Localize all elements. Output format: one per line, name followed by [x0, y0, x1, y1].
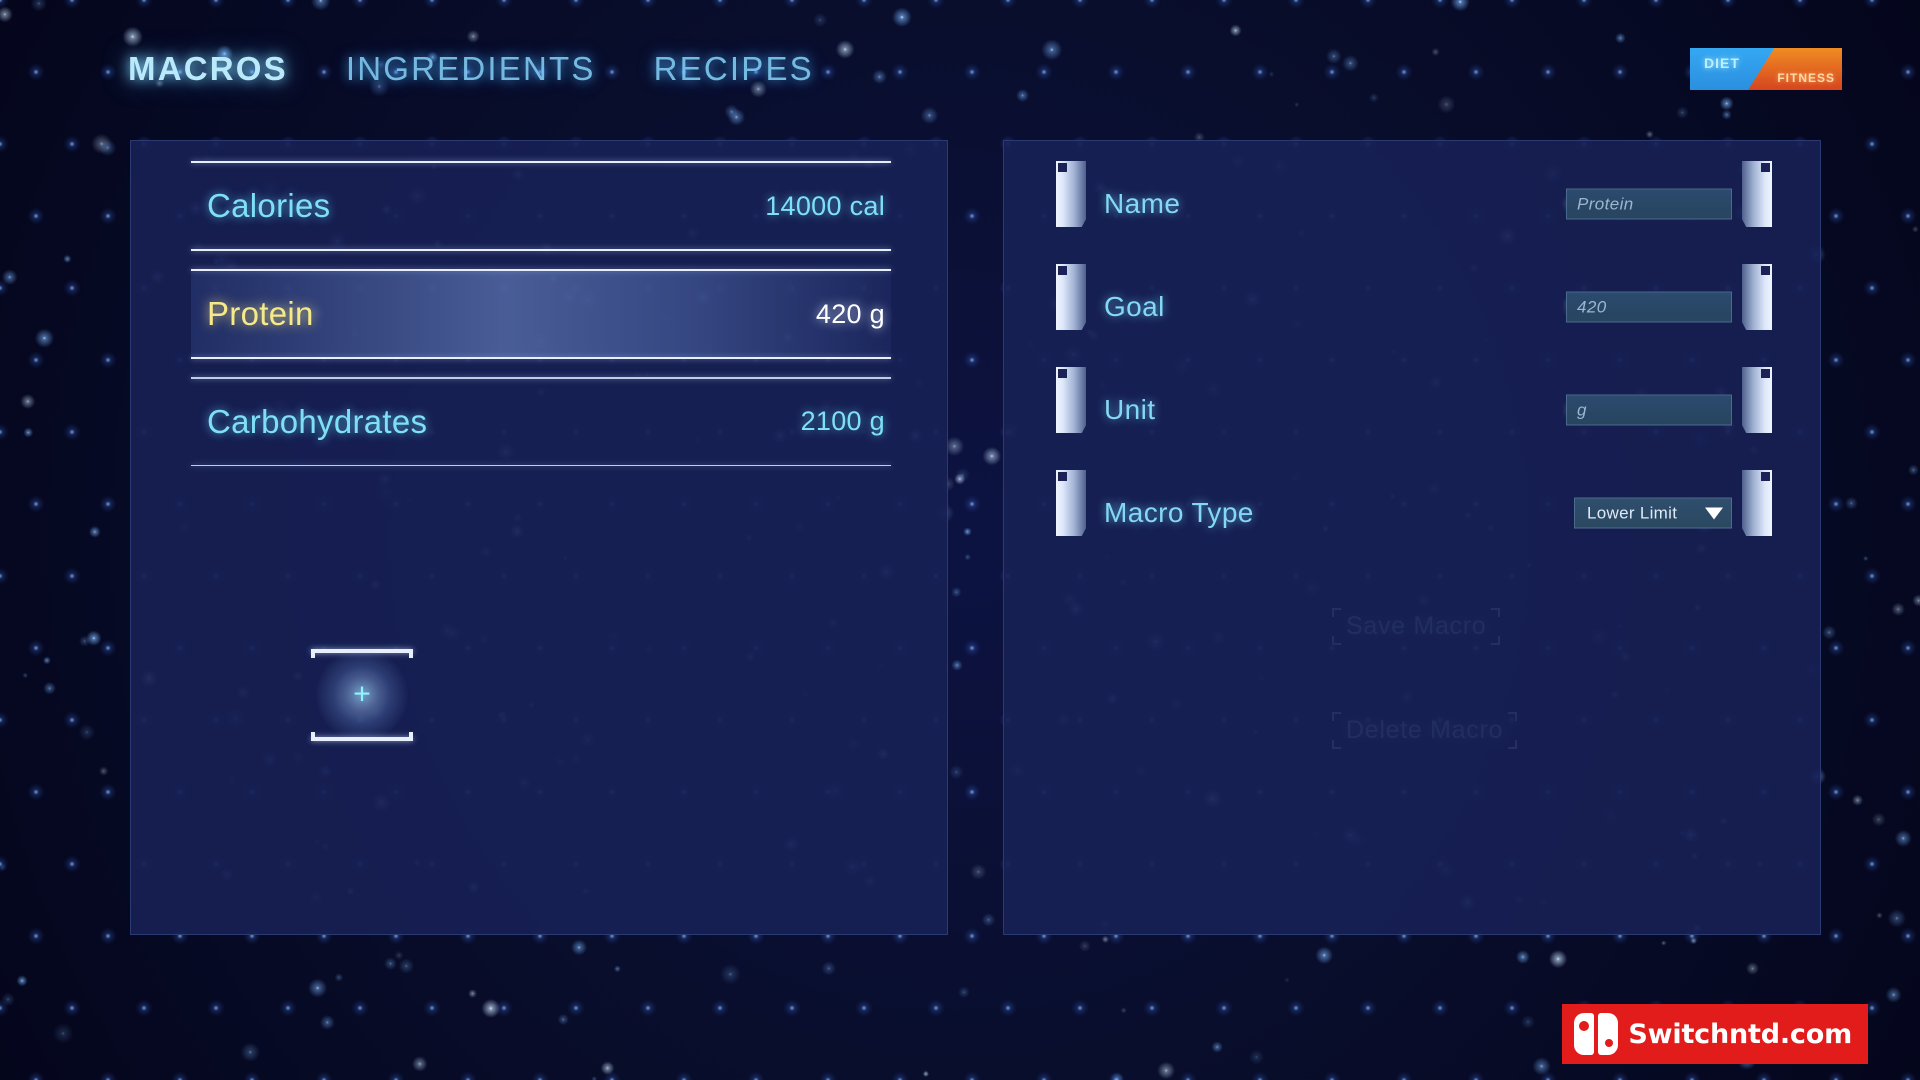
tab-macros[interactable]: MACROS — [128, 52, 288, 85]
plus-icon: + — [353, 677, 371, 711]
macro-list-panel: Calories 14000 cal Protein 420 g Carbohy… — [130, 140, 948, 935]
macro-value: 420 g — [815, 298, 885, 329]
macro-editor-form: Name Protein Goal 420 Unit g Macro Type … — [1056, 161, 1772, 573]
site-watermark: Switchntd.com — [1562, 1004, 1868, 1064]
name-input-value: Protein — [1577, 194, 1634, 213]
app-logo: DIET FITNESS — [1690, 48, 1842, 90]
field-label-macro-type: Macro Type — [1104, 497, 1254, 528]
bracket-bottom — [311, 732, 413, 741]
unit-input-value: g — [1577, 400, 1587, 419]
bracket-right-icon — [1742, 264, 1772, 330]
goal-input[interactable]: 420 — [1566, 291, 1732, 323]
macro-editor-panel: Name Protein Goal 420 Unit g Macro Type … — [1003, 140, 1821, 935]
macro-type-value: Lower Limit — [1587, 503, 1678, 522]
switch-logo-icon — [1574, 1013, 1619, 1055]
form-row-name: Name Protein — [1056, 161, 1772, 247]
macro-row-calories[interactable]: Calories 14000 cal — [191, 163, 891, 249]
add-macro-button[interactable]: + — [311, 649, 413, 741]
bracket-right-icon — [1742, 367, 1772, 433]
tab-recipes[interactable]: RECIPES — [654, 52, 814, 85]
goal-input-value: 420 — [1577, 297, 1607, 316]
watermark-text: Switchntd.com — [1628, 1018, 1852, 1050]
main-tab-bar: MACROS INGREDIENTS RECIPES — [128, 52, 814, 85]
name-input[interactable]: Protein — [1566, 188, 1732, 220]
unit-input[interactable]: g — [1566, 394, 1732, 426]
macro-name: Calories — [207, 187, 331, 224]
macro-name: Carbohydrates — [207, 402, 428, 440]
logo-fitness-label: FITNESS — [1777, 71, 1835, 85]
macro-type-select[interactable]: Lower Limit — [1574, 497, 1732, 529]
macro-name: Protein — [207, 295, 314, 332]
bracket-left-icon — [1056, 264, 1086, 330]
macro-row-carbohydrates[interactable]: Carbohydrates 2100 g — [191, 379, 891, 465]
macro-value: 14000 cal — [765, 190, 885, 221]
bracket-right-icon — [1742, 470, 1772, 536]
macro-value: 2100 g — [800, 406, 885, 436]
logo-diet-label: DIET — [1704, 55, 1740, 71]
form-row-unit: Unit g — [1056, 367, 1772, 453]
form-row-goal: Goal 420 — [1056, 264, 1772, 350]
field-label-name: Name — [1104, 188, 1181, 219]
chevron-down-icon — [1705, 507, 1723, 519]
bracket-left-icon — [1056, 161, 1086, 227]
divider — [191, 464, 891, 466]
tab-ingredients[interactable]: INGREDIENTS — [346, 52, 596, 85]
field-label-unit: Unit — [1104, 394, 1156, 425]
field-label-goal: Goal — [1104, 291, 1165, 322]
macro-list: Calories 14000 cal Protein 420 g Carbohy… — [191, 161, 891, 466]
bracket-left-icon — [1056, 367, 1086, 433]
bracket-right-icon — [1742, 161, 1772, 227]
macro-row-protein[interactable]: Protein 420 g — [191, 271, 891, 357]
form-row-macro-type: Macro Type Lower Limit — [1056, 470, 1772, 556]
bracket-left-icon — [1056, 470, 1086, 536]
